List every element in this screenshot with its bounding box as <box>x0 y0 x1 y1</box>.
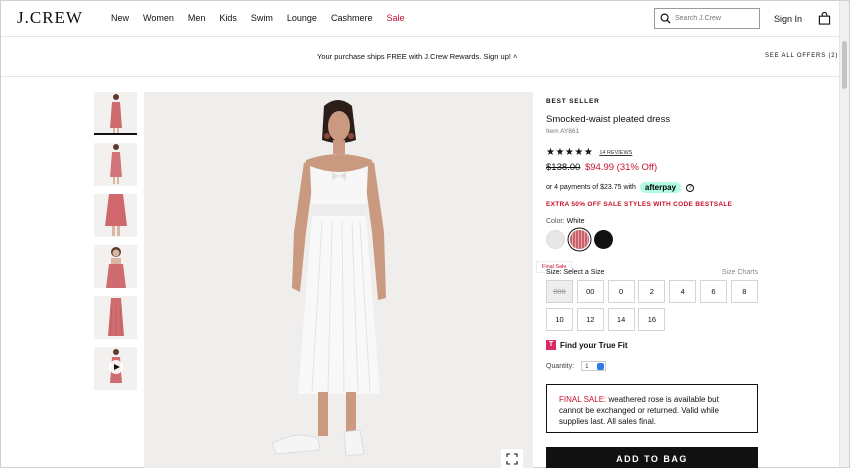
color-label-prefix: Color: <box>546 218 565 225</box>
size-option-8[interactable]: 8 <box>730 280 758 303</box>
thumbnail-2[interactable] <box>94 143 137 186</box>
search-box[interactable] <box>654 8 760 29</box>
size-label: Size: Select a Size <box>546 269 605 276</box>
info-icon[interactable]: ? <box>686 183 695 192</box>
promo-bar: Your purchase ships FREE with J.Crew Rew… <box>1 37 849 77</box>
true-fit-icon: T <box>546 340 556 350</box>
thumbnail-3[interactable] <box>94 194 137 237</box>
nav-cashmere[interactable]: Cashmere <box>331 13 373 23</box>
nav-swim[interactable]: Swim <box>251 13 273 23</box>
size-option-14[interactable]: 14 <box>607 308 635 331</box>
rewards-promo-link[interactable]: Your purchase ships FREE with J.Crew Rew… <box>317 52 517 61</box>
price-row: $138.00 $94.99 (31% Off) <box>546 162 758 173</box>
final-sale-label: FINAL SALE: <box>559 395 607 404</box>
search-icon[interactable] <box>655 9 675 28</box>
size-option-2[interactable]: 2 <box>638 280 666 303</box>
size-option-16[interactable]: 16 <box>638 308 666 331</box>
expand-image-icon[interactable] <box>501 449 523 468</box>
play-icon[interactable] <box>109 360 123 374</box>
rating-row: ★★★★★ 14 REVIEWS <box>546 147 758 158</box>
rating-stars: ★★★★★ <box>546 147 594 158</box>
size-grid: 000 00 0 2 4 6 8 10 12 14 16 <box>546 280 759 331</box>
product-info: BEST SELLER Smocked-waist pleated dress … <box>546 92 758 249</box>
main-nav: New Women Men Kids Swim Lounge Cashmere … <box>111 13 418 23</box>
main-product-image[interactable] <box>144 92 533 468</box>
size-charts-link[interactable]: Size Charts <box>722 269 758 276</box>
see-all-offers-link[interactable]: SEE ALL OFFERS (2) <box>765 53 838 59</box>
swatch-white[interactable] <box>546 230 565 249</box>
select-arrow-icon <box>597 363 605 370</box>
scrollbar-thumb[interactable] <box>842 41 847 89</box>
swatch-weathered-rose[interactable] <box>570 230 589 249</box>
thumbnail-1[interactable] <box>94 92 137 135</box>
final-sale-notice: FINAL SALE: weathered rose is available … <box>546 384 758 433</box>
quantity-value: 1 <box>585 362 589 370</box>
size-header: Size: Select a Size Size Charts <box>546 269 758 276</box>
shopping-bag-icon[interactable] <box>818 11 831 30</box>
nav-kids[interactable]: Kids <box>219 13 237 23</box>
nav-sale[interactable]: Sale <box>386 13 404 23</box>
search-input[interactable] <box>675 15 755 22</box>
installments-row: or 4 payments of $23.75 with afterpay ? <box>546 182 758 193</box>
size-option-4[interactable]: 4 <box>669 280 697 303</box>
swatch-black[interactable] <box>594 230 613 249</box>
nav-men[interactable]: Men <box>188 13 206 23</box>
extra-promo-text: EXTRA 50% OFF SALE STYLES WITH CODE BEST… <box>546 201 733 208</box>
site-header: J.CREW New Women Men Kids Swim Lounge Ca… <box>1 1 849 37</box>
true-fit-link[interactable]: T Find your True Fit <box>546 340 628 350</box>
color-swatches <box>546 230 758 249</box>
quantity-select[interactable]: 1 <box>581 361 607 371</box>
add-to-bag-button[interactable]: ADD TO BAG <box>546 447 758 468</box>
color-label: Color: White <box>546 218 758 225</box>
nav-lounge[interactable]: Lounge <box>287 13 317 23</box>
nav-new[interactable]: New <box>111 13 129 23</box>
size-option-00[interactable]: 00 <box>576 280 604 303</box>
original-price: $138.00 <box>546 162 581 173</box>
item-number: Item AY861 <box>546 128 580 135</box>
thumbnail-4[interactable] <box>94 245 137 288</box>
video-thumbnail[interactable] <box>94 347 137 390</box>
selected-color-name: White <box>566 218 585 225</box>
jcrew-logo[interactable]: J.CREW <box>17 8 83 28</box>
thumbnail-5[interactable] <box>94 296 137 339</box>
product-title: Smocked-waist pleated dress <box>546 114 671 125</box>
product-thumbnails <box>94 92 137 398</box>
best-seller-badge: BEST SELLER <box>546 98 600 105</box>
sign-in-link[interactable]: Sign In <box>774 14 802 24</box>
sale-price: $94.99 (31% Off) <box>584 162 658 173</box>
size-option-12[interactable]: 12 <box>576 308 604 331</box>
quantity-row: Quantity: 1 <box>546 361 607 371</box>
size-option-0[interactable]: 0 <box>607 280 635 303</box>
installments-text: or 4 payments of $23.75 with <box>546 184 636 191</box>
size-option-6[interactable]: 6 <box>699 280 727 303</box>
size-option-000[interactable]: 000 <box>546 280 573 303</box>
model-in-white-dress-illustration <box>271 100 386 457</box>
page-scrollbar[interactable] <box>839 1 849 467</box>
reviews-link[interactable]: 14 REVIEWS <box>599 150 632 156</box>
true-fit-label: Find your True Fit <box>560 340 628 350</box>
quantity-label: Quantity: <box>546 362 575 370</box>
size-option-10[interactable]: 10 <box>546 308 573 331</box>
afterpay-logo[interactable]: afterpay <box>639 182 682 193</box>
nav-women[interactable]: Women <box>143 13 174 23</box>
